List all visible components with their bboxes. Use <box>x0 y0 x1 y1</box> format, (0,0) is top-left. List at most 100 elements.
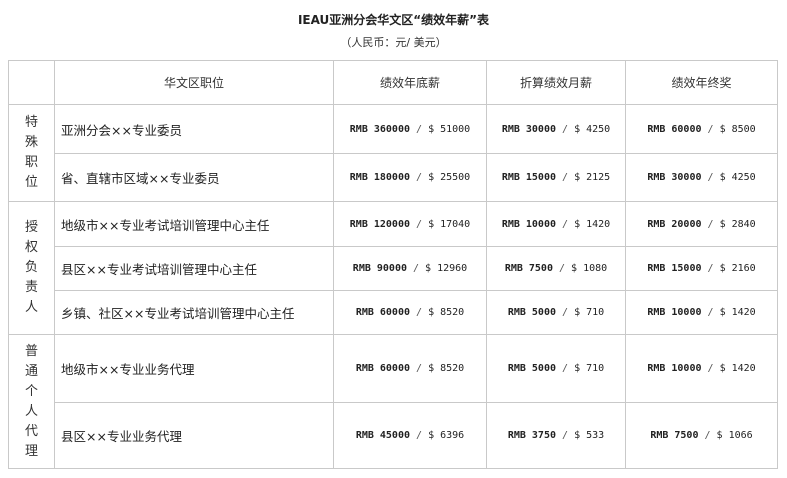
category-cell: 普通个人代理 <box>8 334 55 469</box>
rmb-value: RMB 3750 <box>507 430 556 441</box>
table-row: 县区××专业考试培训管理中心主任 RMB 90000 / $ 12960 RMB… <box>9 246 778 291</box>
separator: / <box>701 218 720 230</box>
separator: / <box>701 172 720 183</box>
base-salary-cell: RMB 120000 / $ 17040 <box>333 201 487 247</box>
rmb-value: RMB 30000 <box>501 123 556 135</box>
separator: / <box>556 430 575 441</box>
table-row: 特殊职位 亚洲分会××专业委员 RMB 360000 / $ 51000 RMB… <box>8 104 778 202</box>
separator: / <box>698 430 717 441</box>
separator: / <box>410 363 429 374</box>
usd-value: $ 710 <box>574 307 605 318</box>
rmb-value: RMB 10000 <box>647 307 702 318</box>
annual-bonus-cell: RMB 10000 / $ 1420 <box>625 290 778 335</box>
separator: / <box>410 172 429 183</box>
salary-table: 华文区职位 绩效年底薪 折算绩效月薪 绩效年终奖 特殊职位 亚洲分会××专业委员… <box>8 60 778 469</box>
separator: / <box>556 307 575 318</box>
position-cell: 地级市××专业业务代理 <box>54 334 334 403</box>
separator: / <box>410 307 429 318</box>
rmb-value: RMB 15000 <box>647 263 702 274</box>
table-row: 省、直辖市区域××专业委员 RMB 180000 / $ 25500 RMB 1… <box>9 153 778 202</box>
position-cell: 省、直辖市区域××专业委员 <box>54 153 334 202</box>
base-salary-cell: RMB 90000 / $ 12960 <box>333 246 487 291</box>
usd-value: $ 51000 <box>428 123 471 135</box>
usd-value: $ 1420 <box>574 218 611 230</box>
base-salary-cell: RMB 45000 / $ 6396 <box>333 402 487 469</box>
header-monthly-salary: 折算绩效月薪 <box>486 60 626 105</box>
separator: / <box>556 123 575 135</box>
separator: / <box>556 172 575 183</box>
separator: / <box>556 363 575 374</box>
base-salary-cell: RMB 180000 / $ 25500 <box>333 153 487 202</box>
separator: / <box>701 363 720 374</box>
base-salary-cell: RMB 360000 / $ 51000 <box>333 104 487 154</box>
usd-value: $ 1066 <box>716 430 753 441</box>
separator: / <box>410 218 429 230</box>
category-label: 授权负责人 <box>24 220 38 315</box>
annual-bonus-cell: RMB 7500 / $ 1066 <box>625 402 778 469</box>
header-corner <box>8 60 55 105</box>
separator: / <box>701 123 720 135</box>
header-base-salary: 绩效年底薪 <box>333 60 487 105</box>
monthly-salary-cell: RMB 10000 / $ 1420 <box>486 201 626 247</box>
usd-value: $ 533 <box>574 430 605 441</box>
position-cell: 地级市××专业考试培训管理中心主任 <box>54 201 334 247</box>
position-cell: 乡镇、社区××专业考试培训管理中心主任 <box>54 290 334 335</box>
annual-bonus-cell: RMB 15000 / $ 2160 <box>625 246 778 291</box>
rmb-value: RMB 7500 <box>650 430 699 441</box>
category-label: 特殊职位 <box>24 115 38 190</box>
header-position: 华文区职位 <box>54 60 334 105</box>
page-title: IEAU亚洲分会华文区“绩效年薪”表 <box>297 13 490 27</box>
usd-value: $ 17040 <box>428 218 471 230</box>
rmb-value: RMB 60000 <box>355 307 410 318</box>
position-cell: 县区××专业业务代理 <box>54 402 334 469</box>
rmb-value: RMB 45000 <box>355 430 410 441</box>
usd-value: $ 1420 <box>719 307 756 318</box>
category-cell: 授权负责人 <box>8 201 55 335</box>
rmb-value: RMB 5000 <box>507 307 556 318</box>
usd-value: $ 1420 <box>719 363 756 374</box>
rmb-value: RMB 120000 <box>349 218 410 230</box>
rmb-value: RMB 10000 <box>501 218 556 230</box>
monthly-salary-cell: RMB 7500 / $ 1080 <box>486 246 626 291</box>
rmb-value: RMB 60000 <box>355 363 410 374</box>
rmb-value: RMB 90000 <box>352 263 407 274</box>
separator: / <box>556 218 575 230</box>
annual-bonus-cell: RMB 10000 / $ 1420 <box>625 334 778 403</box>
table-row: 乡镇、社区××专业考试培训管理中心主任 RMB 60000 / $ 8520 R… <box>9 290 778 335</box>
usd-value: $ 12960 <box>425 263 468 274</box>
usd-value: $ 2125 <box>574 172 611 183</box>
usd-value: $ 2840 <box>719 218 756 230</box>
currency-note: （人民币：元/ 美元） <box>340 36 447 49</box>
table-row: 授权负责人 地级市××专业考试培训管理中心主任 RMB 120000 / $ 1… <box>8 201 778 335</box>
rmb-value: RMB 10000 <box>647 363 702 374</box>
usd-value: $ 2160 <box>719 263 756 274</box>
annual-bonus-cell: RMB 30000 / $ 4250 <box>625 153 778 202</box>
rmb-value: RMB 15000 <box>501 172 556 183</box>
base-salary-cell: RMB 60000 / $ 8520 <box>333 334 487 403</box>
rmb-value: RMB 5000 <box>507 363 556 374</box>
base-salary-cell: RMB 60000 / $ 8520 <box>333 290 487 335</box>
separator: / <box>410 123 429 135</box>
table-row: 普通个人代理 地级市××专业业务代理 RMB 60000 / $ 8520 RM… <box>8 334 778 469</box>
rmb-value: RMB 360000 <box>349 123 410 135</box>
monthly-salary-cell: RMB 3750 / $ 533 <box>486 402 626 469</box>
monthly-salary-cell: RMB 5000 / $ 710 <box>486 334 626 403</box>
separator: / <box>701 307 720 318</box>
position-cell: 县区××专业考试培训管理中心主任 <box>54 246 334 291</box>
rmb-value: RMB 30000 <box>647 172 702 183</box>
usd-value: $ 4250 <box>574 123 611 135</box>
rmb-value: RMB 7500 <box>504 263 553 274</box>
usd-value: $ 8520 <box>428 307 465 318</box>
category-cell: 特殊职位 <box>8 104 55 202</box>
separator: / <box>406 263 426 274</box>
position-cell: 亚洲分会××专业委员 <box>54 104 334 154</box>
monthly-salary-cell: RMB 15000 / $ 2125 <box>486 153 626 202</box>
usd-value: $ 710 <box>574 363 605 374</box>
annual-bonus-cell: RMB 60000 / $ 8500 <box>625 104 778 154</box>
header-annual-bonus: 绩效年终奖 <box>625 60 778 105</box>
usd-value: $ 25500 <box>428 172 471 183</box>
separator: / <box>410 430 429 441</box>
header-row: 华文区职位 绩效年底薪 折算绩效月薪 绩效年终奖 <box>8 60 778 105</box>
rmb-value: RMB 60000 <box>647 123 702 135</box>
usd-value: $ 6396 <box>428 430 465 441</box>
